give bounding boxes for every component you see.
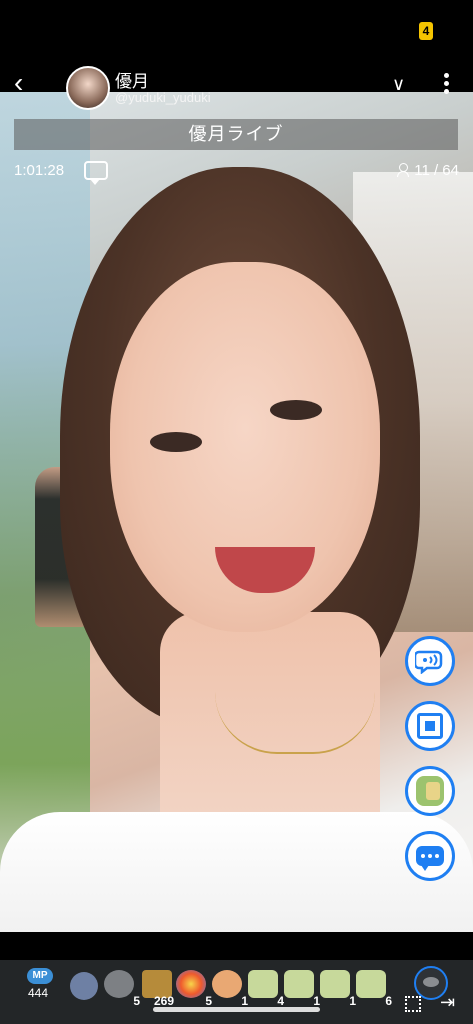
streamer-eye-left (150, 432, 202, 452)
live-video[interactable] (0, 92, 473, 932)
viewer-count: 11 / 64 (397, 162, 459, 179)
elapsed-time: 1:01:28 (14, 162, 65, 179)
item-count: 5 (133, 994, 140, 1008)
screenshot-icon (417, 713, 443, 739)
green-gift-icon (284, 970, 314, 998)
top-bar: ‹ 優月 @yuduki_yuduki ∨ (0, 64, 473, 110)
comment-icon[interactable] (84, 161, 108, 185)
battery-icon: 4 (419, 22, 433, 40)
yen-gift-item[interactable]: 269 (140, 968, 174, 1008)
exit-icon[interactable]: ⇥ (440, 992, 455, 1013)
chevron-down-icon[interactable]: ∨ (392, 74, 405, 95)
firework-gift-icon (176, 970, 206, 998)
speech-button[interactable] (405, 636, 455, 686)
streamer-eye-right (270, 400, 322, 420)
green-gift-30-item[interactable]: 6 (354, 968, 392, 1008)
item-count: 269 (153, 994, 174, 1008)
host-avatar[interactable] (66, 66, 110, 110)
home-indicator (153, 1007, 320, 1012)
stream-title: 優月ライブ (14, 119, 458, 150)
stone-gift-item[interactable]: 5 (102, 968, 140, 1008)
clap-gift-icon (212, 970, 242, 998)
status-bar: 4 (0, 0, 473, 64)
green-gift-100-item[interactable]: 1 (318, 968, 356, 1008)
gift-icon (416, 776, 444, 806)
chat-icon (416, 846, 444, 871)
host-id: @yuduki_yuduki (115, 90, 211, 105)
green-gift-item[interactable]: 1 (282, 968, 320, 1008)
speech-bubble-icon (415, 650, 443, 674)
stone-gift-icon (104, 970, 134, 998)
chevron-left-icon[interactable]: ‹ (14, 69, 42, 98)
chat-button[interactable] (405, 831, 455, 881)
gift-button[interactable] (405, 766, 455, 816)
host-name[interactable]: 優月 (115, 67, 149, 92)
capture-button[interactable] (405, 701, 455, 751)
more-vertical-icon[interactable] (440, 70, 452, 100)
expand-icon[interactable] (405, 996, 421, 1012)
green-gift-10-icon (248, 970, 278, 998)
clap-gift-item[interactable]: 1 (210, 968, 248, 1008)
bottom-bar: MP 444 5 269 5 1 4 1 1 6 ⇥ (0, 960, 473, 1024)
streamer-top (0, 812, 473, 932)
viewer-count-value: 11 / 64 (414, 162, 459, 179)
person-icon (397, 163, 410, 177)
smile-icon[interactable] (70, 972, 98, 1000)
mp-badge: MP (27, 968, 53, 984)
green-gift-10-item[interactable]: 4 (246, 968, 284, 1008)
green-gift-30-icon (356, 970, 386, 998)
mp-value: 444 (28, 986, 49, 1000)
green-gift-100-icon (320, 970, 350, 998)
firework-gift-item[interactable]: 5 (174, 968, 212, 1008)
item-count: 6 (385, 994, 392, 1008)
